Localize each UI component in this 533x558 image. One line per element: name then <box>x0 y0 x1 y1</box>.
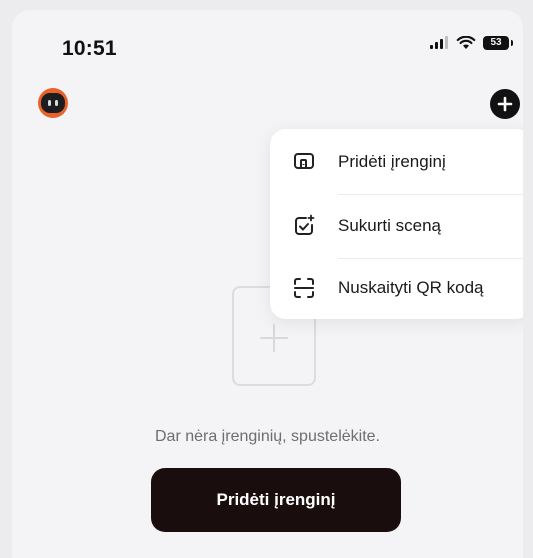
add-device-icon <box>294 153 314 169</box>
avatar-eye-left <box>48 100 51 106</box>
scan-qr-icon <box>294 278 314 298</box>
menu-item-scan-qr[interactable]: Nuskaityti QR kodą <box>270 257 523 319</box>
wifi-icon <box>456 36 476 49</box>
robot-avatar-icon[interactable] <box>38 88 68 118</box>
menu-item-label: Nuskaityti QR kodą <box>338 278 484 297</box>
app-screen: 10:51 53 Dar nėra įrenginių, spustelėkit… <box>12 10 523 558</box>
menu-item-add-device[interactable]: Pridėti įrenginį <box>270 131 523 193</box>
menu-item-create-scene[interactable]: Sukurti sceną <box>270 195 523 257</box>
add-menu: Pridėti įrenginį Sukurti sceną Nuskaityt… <box>270 129 523 319</box>
battery-icon: 53 <box>483 36 513 50</box>
add-device-button[interactable]: Pridėti įrenginį <box>151 468 401 532</box>
add-button[interactable] <box>490 89 520 119</box>
plus-circle-icon <box>497 96 513 112</box>
menu-item-label: Pridėti įrenginį <box>338 152 446 171</box>
status-icons: 53 <box>429 36 513 50</box>
empty-state-message: Dar nėra įrenginių, spustelėkite. <box>154 428 380 445</box>
avatar-face <box>41 93 65 113</box>
create-scene-icon <box>295 214 315 235</box>
menu-item-label: Sukurti sceną <box>338 216 441 235</box>
cellular-signal-icon <box>430 36 448 49</box>
avatar-eye-right <box>55 100 58 106</box>
status-time: 10:51 <box>62 37 117 60</box>
